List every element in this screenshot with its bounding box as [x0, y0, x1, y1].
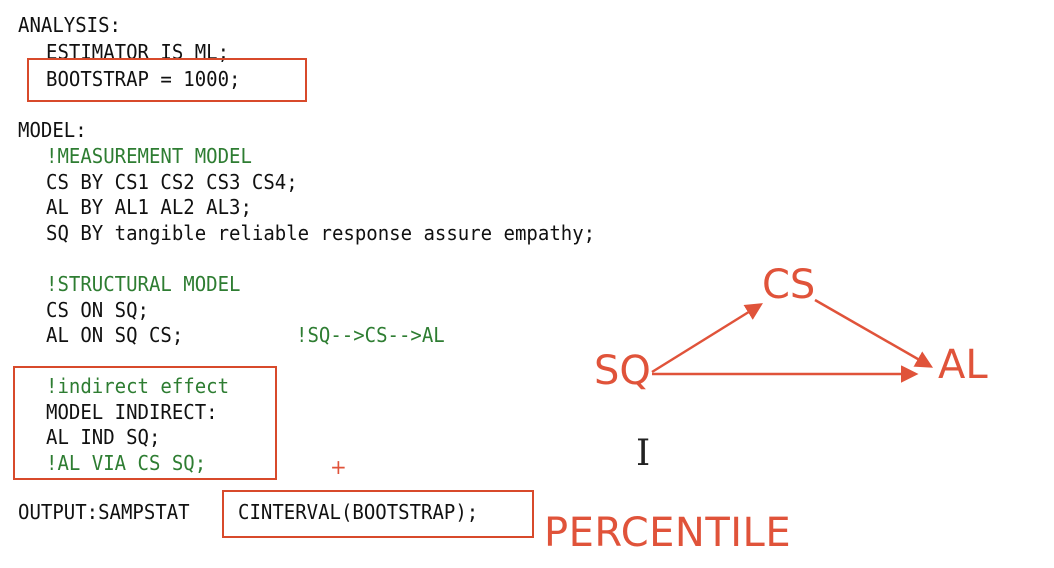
- node-al-label: AL: [938, 342, 988, 388]
- node-cs-label: CS: [762, 262, 816, 308]
- code-model-header: MODEL:: [18, 118, 87, 142]
- code-al-on: AL ON SQ CS;: [46, 323, 184, 347]
- percentile-annotation: PERCENTILE: [544, 510, 792, 556]
- code-sq-by: SQ BY tangible reliable response assure …: [46, 221, 596, 245]
- edge-sq-cs: [651, 303, 763, 374]
- node-sq-label: SQ: [594, 348, 651, 394]
- code-output-prefix: OUTPUT:SAMPSTAT: [18, 500, 190, 524]
- edge-cs-al: [814, 298, 934, 368]
- plus-sign-annotation: +: [330, 455, 347, 479]
- code-structural-comment: !STRUCTURAL MODEL: [46, 272, 241, 296]
- code-path-comment: !SQ-->CS-->AL: [296, 323, 445, 347]
- code-cs-on: CS ON SQ;: [46, 298, 149, 322]
- code-al-by: AL BY AL1 AL2 AL3;: [46, 195, 252, 219]
- screen: ANALYSIS: ESTIMATOR IS ML; BOOTSTRAP = 1…: [0, 0, 1054, 568]
- cinterval-highlight-box: [222, 490, 534, 538]
- indirect-effect-highlight-box: [13, 366, 277, 480]
- code-measurement-comment: !MEASUREMENT MODEL: [46, 144, 252, 168]
- bootstrap-highlight-box: [27, 58, 307, 102]
- text-cursor-icon: I: [636, 433, 651, 474]
- code-analysis-header: ANALYSIS:: [18, 13, 121, 37]
- code-cs-by: CS BY CS1 CS2 CS3 CS4;: [46, 170, 298, 194]
